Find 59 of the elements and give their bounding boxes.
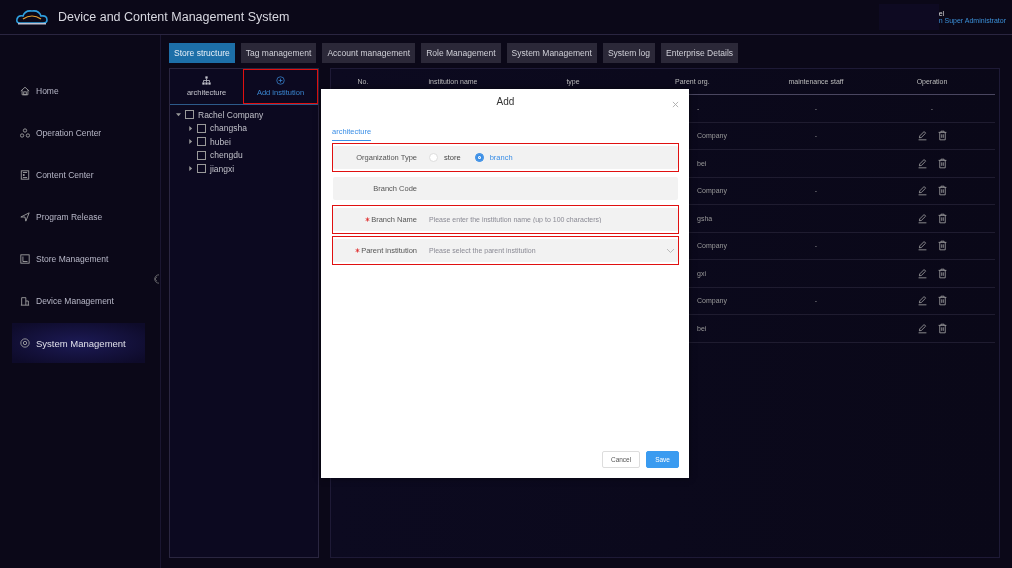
tab[interactable]: System log [602, 43, 655, 63]
tree-node-label[interactable]: jiangxi [210, 163, 235, 174]
trash-icon[interactable] [936, 240, 948, 252]
expand-arrow-icon[interactable] [188, 139, 193, 145]
sidebar-item[interactable]: Content Center [12, 155, 145, 195]
house-icon [20, 86, 30, 96]
edit-icon[interactable] [916, 212, 928, 224]
edit-icon[interactable] [916, 295, 928, 307]
sidebar-item[interactable]: System Management [12, 323, 145, 363]
checkbox[interactable] [197, 150, 206, 160]
tab[interactable]: Store structure [169, 43, 235, 63]
edit-icon[interactable] [916, 267, 928, 279]
sidebar-item[interactable]: Operation Center [12, 113, 145, 153]
asterisk-icon [365, 217, 371, 222]
trash-icon[interactable] [936, 185, 948, 197]
sidebar-item[interactable]: Device Management [12, 281, 145, 321]
checkbox[interactable] [197, 123, 206, 133]
tree-node-label[interactable]: Rachel Company [198, 109, 264, 120]
tree-node-label[interactable]: chengdu [210, 150, 243, 161]
asterisk-icon [355, 248, 361, 253]
dialog-title: Add [495, 96, 516, 107]
sidebar-item[interactable]: Program Release [12, 197, 145, 237]
paper-plane-icon [20, 212, 30, 222]
tab[interactable]: Role Management [421, 43, 501, 63]
cloud-logo-icon [14, 7, 50, 27]
tab[interactable]: Enterprise Details [661, 43, 739, 63]
sidebar-item[interactable]: Store Management [12, 239, 145, 279]
checkbox[interactable] [197, 137, 206, 147]
tree-node-label[interactable]: hubei [210, 136, 231, 147]
checkbox[interactable] [185, 110, 194, 120]
settings-icon [20, 338, 30, 348]
collapse-arrow-icon[interactable] [176, 112, 181, 118]
chart-board-icon [20, 254, 30, 264]
nodes-icon [20, 128, 30, 138]
trash-icon[interactable] [936, 322, 948, 334]
edit-icon[interactable] [916, 185, 928, 197]
trash-icon[interactable] [936, 212, 948, 224]
tree-node-label[interactable]: changsha [210, 123, 247, 134]
edit-icon[interactable] [916, 157, 928, 169]
trash-icon[interactable] [936, 267, 948, 279]
building-icon [20, 296, 30, 306]
collapse-icon[interactable] [152, 273, 159, 285]
expand-arrow-icon[interactable] [188, 125, 193, 131]
tab[interactable]: System Management [506, 43, 597, 63]
edit-icon[interactable] [916, 240, 928, 252]
trash-icon[interactable] [936, 130, 948, 142]
org-chart-icon [202, 76, 211, 85]
checkbox[interactable] [197, 164, 206, 174]
expand-arrow-icon[interactable] [188, 166, 193, 172]
edit-icon[interactable] [916, 322, 928, 334]
tab[interactable]: Account management [322, 43, 416, 63]
edit-icon[interactable] [916, 130, 928, 142]
plus-circle-icon [276, 76, 285, 85]
app-title: Device and Content Management System [58, 10, 290, 24]
sidebar-item[interactable]: Home [12, 71, 145, 111]
trash-icon[interactable] [936, 157, 948, 169]
tab[interactable]: Tag management [240, 43, 317, 63]
trash-icon[interactable] [936, 295, 948, 307]
document-icon [20, 170, 30, 180]
